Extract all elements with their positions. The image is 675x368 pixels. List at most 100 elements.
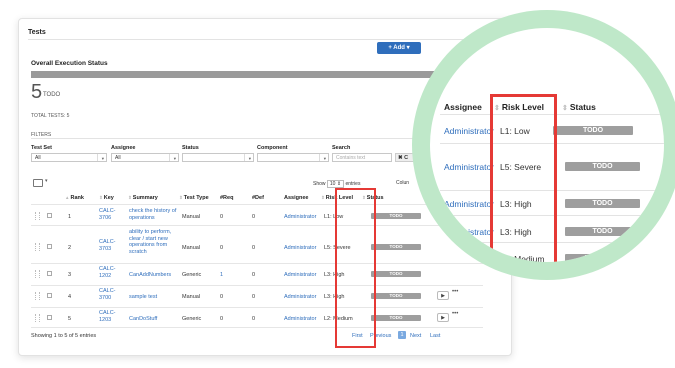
chevron-down-icon: ▾ [101,156,104,161]
risk-level-highlight [335,188,376,348]
filter-test-set-label: Test Set [31,145,52,151]
row-summary-link[interactable]: ability to perform, clear / start new op… [129,229,179,255]
filter-component-select[interactable]: ▾ [257,153,329,162]
play-icon[interactable]: ▶ [437,313,449,322]
row-def: 0 [252,316,256,322]
column-header-summary[interactable]: ⇕Summary [128,195,158,201]
status-badge: TODO [371,244,421,250]
zoom-status-badge: TODO [565,227,640,236]
columns-menu-icon[interactable] [33,179,43,187]
row-req: 0 [220,214,224,220]
row-assignee-link[interactable]: Administrator [284,214,316,220]
row-rank: 4 [68,294,72,300]
divider [31,204,483,205]
row-checkbox[interactable] [47,213,52,218]
row-req: 0 [220,316,224,322]
column-header-rank[interactable]: ▲Rank [65,195,84,201]
row-test-type: Manual [182,214,201,220]
sort-icon: ⇕ [562,105,568,112]
pagination-last[interactable]: Last [430,333,440,339]
filter-status-select[interactable]: ▾ [182,153,254,162]
row-test-type: Manual [182,245,201,251]
drag-handle[interactable] [35,212,40,220]
row-assignee-link[interactable]: Administrator [284,272,316,278]
chevron-down-icon: ▾ [173,156,176,161]
row-test-type: Manual [182,294,201,300]
row-checkbox[interactable] [47,271,52,276]
row-assignee-link[interactable]: Administrator [284,245,316,251]
row-key-link[interactable]: CALC-3703 [99,239,123,252]
row-summary-link[interactable]: sample test [129,294,157,300]
row-key-link[interactable]: CALC-3706 [99,208,123,221]
row-test-type: Generic [182,272,202,278]
zoom-assignee: Administrator [444,227,495,237]
sort-icon: ⇕ [179,195,183,200]
chevron-down-icon: ▾ [323,156,326,161]
more-icon[interactable]: ••• [452,289,458,295]
page-size-select[interactable]: 10 ⇕ [326,180,345,188]
row-checkbox[interactable] [47,244,52,249]
zoom-status-badge: TODO [565,199,640,208]
more-icon[interactable]: ••• [452,311,458,317]
column-header-req[interactable]: #Req [220,195,233,201]
panel-title: Tests [28,29,46,36]
chevron-down-icon: ▾ [248,156,251,161]
sort-icon: ▲ [65,195,70,200]
row-key-link[interactable]: CALC-1202 [99,266,123,279]
play-icon[interactable]: ▶ [437,291,449,300]
pagination-current[interactable]: 1 [398,331,406,339]
divider [31,263,483,264]
chevron-down-icon[interactable]: ▾ [45,178,48,184]
add-button[interactable]: + Add ▾ [377,42,421,54]
page-size-control: Show 10 ⇕ entries [313,180,361,188]
row-summary-link[interactable]: CanDoStuff [129,316,157,322]
todo-count-label: TODO [43,92,61,98]
row-def: 0 [252,214,256,220]
row-checkbox[interactable] [47,293,52,298]
row-rank: 2 [68,245,72,251]
drag-handle[interactable] [35,243,40,251]
zoom-status-badge: TODO [565,254,625,262]
total-tests: TOTAL TESTS: 5 [31,113,70,119]
drag-handle[interactable] [35,314,40,322]
filter-search-label: Search [332,145,351,151]
column-header-key[interactable]: ⇕Key [99,195,114,201]
row-key-link[interactable]: CALC-3700 [99,288,123,301]
row-def: 0 [252,272,256,278]
divider [31,307,483,308]
zoom-header-assignee: Assignee [444,102,482,112]
row-req-link[interactable]: 1 [220,272,223,278]
filter-status-label: Status [182,145,199,151]
row-summary-link[interactable]: check the history of operations [129,208,177,221]
row-req: 0 [220,294,224,300]
status-badge: TODO [371,315,421,321]
row-def: 0 [252,245,256,251]
filter-assignee-label: Assignee [111,145,136,151]
entries-summary: Showing 1 to 5 of 5 entries [31,333,97,339]
row-req: 0 [220,245,224,251]
zoom-assignee: Administrator [444,126,495,136]
column-header-def[interactable]: #Def [252,195,264,201]
column-header-test-type[interactable]: ⇕Test Type [179,195,209,201]
row-assignee-link[interactable]: Administrator [284,316,316,322]
todo-count: 5 [31,81,43,103]
filter-component-label: Component [257,145,288,151]
column-header-assignee[interactable]: Assignee [284,195,308,201]
drag-handle[interactable] [35,292,40,300]
row-assignee-link[interactable]: Administrator [284,294,316,300]
row-checkbox[interactable] [47,315,52,320]
zoom-assignee: Administrator [444,199,495,209]
columns-button[interactable]: Colun [396,180,409,186]
filter-assignee-select[interactable]: All ▾ [111,153,179,162]
filter-test-set-select[interactable]: All ▾ [31,153,107,162]
zoom-header-status: ⇕ Status [562,102,596,112]
zoom-risk-level-highlight [490,94,557,262]
drag-handle[interactable] [35,270,40,278]
row-summary-link[interactable]: CanAddNumbers [129,272,171,278]
divider [31,225,483,226]
row-key-link[interactable]: CALC-1203 [99,310,123,323]
row-test-type: Generic [182,316,202,322]
status-badge: TODO [371,293,421,299]
search-input[interactable]: Contains text [332,153,392,162]
pagination-next[interactable]: Next [410,333,421,339]
